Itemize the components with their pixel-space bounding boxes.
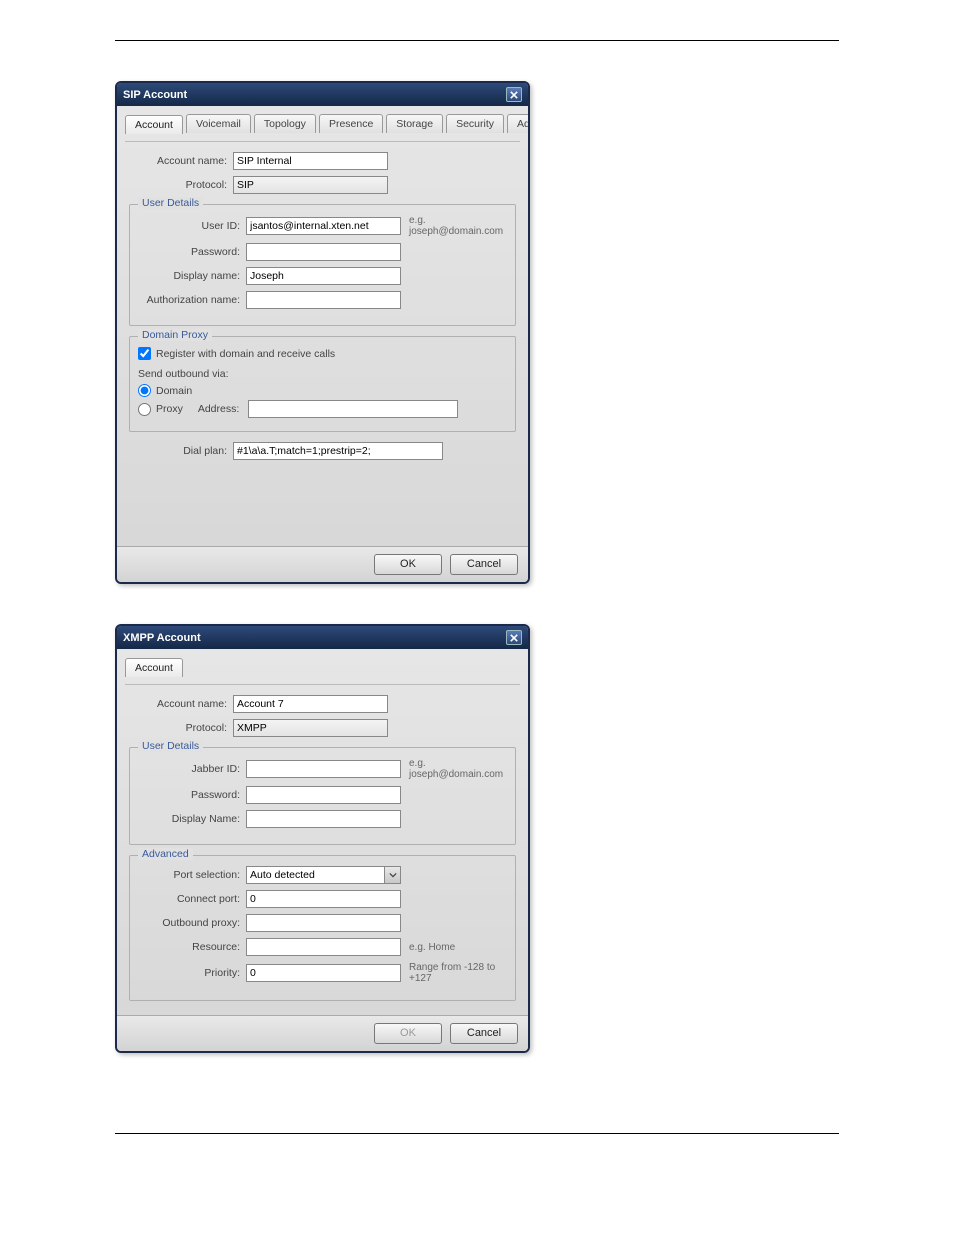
label-protocol: Protocol:: [125, 722, 233, 734]
cancel-button[interactable]: Cancel: [450, 554, 518, 575]
password-input[interactable]: [246, 243, 401, 261]
jabber-id-hint: e.g. joseph@domain.com: [401, 758, 507, 780]
chevron-down-icon[interactable]: [384, 867, 400, 883]
radio-proxy[interactable]: [138, 403, 151, 416]
page-top-rule: [115, 40, 839, 41]
label-password: Password:: [138, 789, 246, 801]
account-name-input[interactable]: [233, 695, 388, 713]
jabber-id-input[interactable]: [246, 760, 401, 778]
dial-plan-input[interactable]: [233, 442, 443, 460]
tab-voicemail[interactable]: Voicemail: [186, 114, 251, 133]
tab-account[interactable]: Account: [125, 115, 183, 134]
protocol-field: [233, 719, 388, 737]
xmpp-account-dialog: XMPP Account Account Account name: Proto…: [115, 624, 530, 1053]
tab-presence[interactable]: Presence: [319, 114, 383, 133]
radio-domain-label: Domain: [156, 385, 192, 397]
display-name-input[interactable]: [246, 810, 401, 828]
resource-hint: e.g. Home: [401, 942, 507, 953]
label-dial-plan: Dial plan:: [125, 445, 233, 457]
port-selection-dropdown[interactable]: [246, 866, 401, 884]
tab-account[interactable]: Account: [125, 658, 183, 677]
port-selection-value[interactable]: [246, 866, 401, 884]
sip-tabs: Account Voicemail Topology Presence Stor…: [125, 114, 520, 133]
close-icon[interactable]: [506, 630, 522, 645]
user-id-input[interactable]: [246, 217, 401, 235]
domain-proxy-group: Domain Proxy Register with domain and re…: [129, 336, 516, 432]
connect-port-input[interactable]: [246, 890, 401, 908]
xmpp-titlebar: XMPP Account: [117, 626, 528, 649]
label-port-selection: Port selection:: [138, 869, 246, 881]
label-resource: Resource:: [138, 941, 246, 953]
advanced-group: Advanced Port selection: Connect port:: [129, 855, 516, 1001]
tab-security[interactable]: Security: [446, 114, 504, 133]
send-outbound-label: Send outbound via:: [138, 368, 507, 380]
user-details-group: User Details User ID: e.g. joseph@domain…: [129, 204, 516, 326]
account-name-input[interactable]: [233, 152, 388, 170]
priority-input[interactable]: [246, 964, 401, 982]
resource-input[interactable]: [246, 938, 401, 956]
outbound-proxy-input[interactable]: [246, 914, 401, 932]
label-account-name: Account name:: [125, 698, 233, 710]
protocol-field: [233, 176, 388, 194]
ok-button[interactable]: OK: [374, 554, 442, 575]
tab-storage[interactable]: Storage: [386, 114, 443, 133]
close-icon[interactable]: [506, 87, 522, 102]
label-protocol: Protocol:: [125, 179, 233, 191]
sip-titlebar: SIP Account: [117, 83, 528, 106]
tab-advanced[interactable]: Advanced: [507, 114, 530, 133]
label-auth-name: Authorization name:: [138, 294, 246, 306]
page-bottom-rule: [115, 1133, 839, 1134]
auth-name-input[interactable]: [246, 291, 401, 309]
display-name-input[interactable]: [246, 267, 401, 285]
radio-domain[interactable]: [138, 384, 151, 397]
user-details-legend: User Details: [138, 740, 203, 752]
tab-topology[interactable]: Topology: [254, 114, 316, 133]
register-checkbox[interactable]: [138, 347, 151, 360]
sip-button-bar: OK Cancel: [117, 546, 528, 582]
address-label: Address:: [198, 403, 239, 415]
label-account-name: Account name:: [125, 155, 233, 167]
xmpp-title: XMPP Account: [123, 632, 201, 644]
proxy-address-input[interactable]: [248, 400, 458, 418]
domain-proxy-legend: Domain Proxy: [138, 329, 212, 341]
label-priority: Priority:: [138, 967, 246, 979]
password-input[interactable]: [246, 786, 401, 804]
cancel-button[interactable]: Cancel: [450, 1023, 518, 1044]
radio-proxy-label: Proxy: [156, 403, 183, 415]
advanced-legend: Advanced: [138, 848, 193, 860]
label-user-id: User ID:: [138, 220, 246, 232]
sip-account-dialog: SIP Account Account Voicemail Topology P…: [115, 81, 530, 584]
label-jabber-id: Jabber ID:: [138, 763, 246, 775]
label-outbound-proxy: Outbound proxy:: [138, 917, 246, 929]
label-display-name: Display name:: [138, 270, 246, 282]
sip-title: SIP Account: [123, 89, 187, 101]
priority-hint: Range from -128 to +127: [401, 962, 507, 984]
label-connect-port: Connect port:: [138, 893, 246, 905]
label-display-name: Display Name:: [138, 813, 246, 825]
ok-button[interactable]: OK: [374, 1023, 442, 1044]
user-details-legend: User Details: [138, 197, 203, 209]
label-password: Password:: [138, 246, 246, 258]
user-details-group: User Details Jabber ID: e.g. joseph@doma…: [129, 747, 516, 845]
user-id-hint: e.g. joseph@domain.com: [401, 215, 507, 237]
register-label: Register with domain and receive calls: [156, 348, 335, 360]
xmpp-button-bar: OK Cancel: [117, 1015, 528, 1051]
xmpp-tabs: Account: [125, 657, 520, 676]
